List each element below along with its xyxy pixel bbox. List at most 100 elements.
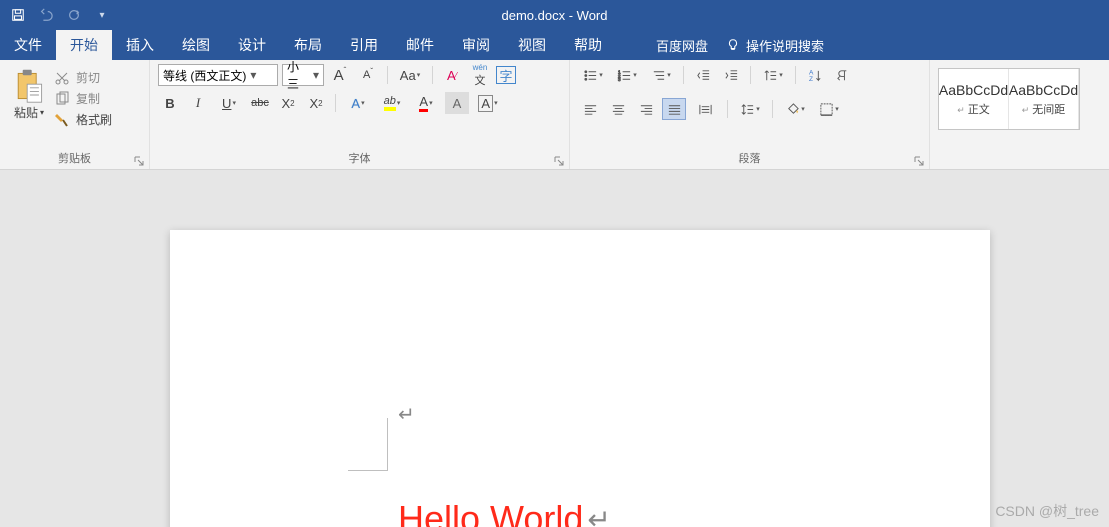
brush-icon [54,112,70,128]
enclose-char-button[interactable]: A▾ [473,92,503,114]
group-paragraph: ▾ 123▾ ▾ ▾ AZ ▾ ▾ [570,60,930,169]
clipboard-dialog-launcher[interactable] [133,154,145,166]
tab-insert[interactable]: 插入 [112,30,168,60]
document-area[interactable]: ↵ Hello World ↵ [0,170,1109,527]
font-color-button[interactable]: A▾ [411,92,441,114]
style-no-spacing[interactable]: AaBbCcDd ↵ 无间距 [1009,69,1079,129]
document-text-line[interactable]: Hello World ↵ [398,498,611,527]
tab-design[interactable]: 设计 [224,30,280,60]
shrink-font-button[interactable]: Aˇ [356,64,380,86]
outdent-icon [696,68,711,83]
copy-button[interactable]: 复制 [50,89,116,108]
netdisk-button[interactable]: 百度网盘 [656,36,708,55]
tab-draw[interactable]: 绘图 [168,30,224,60]
paragraph-dialog-launcher[interactable] [913,154,925,166]
shading-button[interactable]: ▾ [780,98,810,120]
char-shading-button[interactable]: A [445,92,469,114]
group-styles: AaBbCcDd ↵ 正文 AaBbCcDd ↵ 无间距 [930,60,1088,169]
group-font: 等线 (西文正文)▾ 小三▾ Aˆ Aˇ Aa▾ A⁄ wén文 字 B I U… [150,60,570,169]
group-label-paragraph: 段落 [578,148,921,169]
watermark-text: CSDN @树_tree [995,501,1099,521]
group-label-font: 字体 [158,148,561,169]
tell-me-search[interactable]: 操作说明搜索 [726,36,824,55]
align-center-button[interactable] [606,98,630,120]
align-right-button[interactable] [634,98,658,120]
distributed-button[interactable] [690,98,720,120]
format-painter-button[interactable]: 格式刷 [50,110,116,129]
decrease-indent-button[interactable] [691,64,715,86]
margin-guide-horizontal [348,470,388,471]
tab-mail[interactable]: 邮件 [392,30,448,60]
align-left-icon [583,102,598,117]
bucket-icon [785,102,800,117]
distributed-icon [698,102,713,117]
margin-guide-vertical [387,418,388,471]
sort-icon: AZ [808,68,823,83]
quick-access-toolbar: ▾ [0,0,120,30]
ribbon-tabs: 文件 开始 插入 绘图 设计 布局 引用 邮件 审阅 视图 帮助 百度网盘 操作… [0,30,1109,60]
qat-customize-icon[interactable]: ▾ [88,0,116,30]
svg-text:Z: Z [808,76,812,83]
sort-button[interactable]: AZ [803,64,827,86]
italic-button[interactable]: I [186,92,210,114]
multilevel-list-button[interactable]: ▾ [646,64,676,86]
show-marks-button[interactable] [831,64,855,86]
char-border-button[interactable]: 字 [496,66,516,84]
highlight-button[interactable]: ab▾ [377,92,407,114]
underline-button[interactable]: U▾ [214,92,244,114]
text-direction-button[interactable]: ▾ [758,64,788,86]
justify-icon [667,102,682,117]
align-center-icon [611,102,626,117]
font-name-dropdown[interactable]: 等线 (西文正文)▾ [158,64,278,86]
subscript-button[interactable]: X2 [276,92,300,114]
align-left-button[interactable] [578,98,602,120]
save-icon[interactable] [4,0,32,30]
bold-button[interactable]: B [158,92,182,114]
bullets-button[interactable]: ▾ [578,64,608,86]
line-spacing-button[interactable]: ▾ [735,98,765,120]
borders-button[interactable]: ▾ [814,98,844,120]
text-effects-button[interactable]: A▾ [343,92,373,114]
lightbulb-icon [726,38,740,52]
tab-help[interactable]: 帮助 [560,30,616,60]
redo-icon[interactable] [60,0,88,30]
style-gallery[interactable]: AaBbCcDd ↵ 正文 AaBbCcDd ↵ 无间距 [938,68,1080,130]
tab-references[interactable]: 引用 [336,30,392,60]
paste-button[interactable]: 粘贴▾ [8,64,50,121]
align-right-icon [639,102,654,117]
window-title: demo.docx - Word [120,8,989,23]
increase-indent-button[interactable] [719,64,743,86]
paragraph-mark: ↵ [398,402,415,427]
superscript-button[interactable]: X2 [304,92,328,114]
paste-icon [14,68,44,104]
copy-icon [54,91,70,107]
borders-icon [819,102,834,117]
align-justify-button[interactable] [662,98,686,120]
document-page[interactable]: ↵ Hello World ↵ [170,230,990,527]
tab-review[interactable]: 审阅 [448,30,504,60]
numbering-icon: 123 [617,68,632,83]
scissors-icon [54,70,70,86]
linespacing-icon [740,102,755,117]
numbering-button[interactable]: 123▾ [612,64,642,86]
tab-layout[interactable]: 布局 [280,30,336,60]
clear-formatting-button[interactable]: A⁄ [440,64,464,86]
tab-file[interactable]: 文件 [0,30,56,60]
grow-font-button[interactable]: Aˆ [328,64,352,86]
tab-view[interactable]: 视图 [504,30,560,60]
font-size-dropdown[interactable]: 小三▾ [282,64,324,86]
group-label-clipboard: 剪贴板 [8,148,141,169]
title-bar: ▾ demo.docx - Word [0,0,1109,30]
font-dialog-launcher[interactable] [553,154,565,166]
svg-text:3: 3 [618,77,621,82]
cut-button[interactable]: 剪切 [50,68,116,87]
style-normal[interactable]: AaBbCcDd ↵ 正文 [939,69,1009,129]
pilcrow-icon [836,68,851,83]
tab-home[interactable]: 开始 [56,30,112,60]
strikethrough-button[interactable]: abc [248,92,272,114]
undo-icon[interactable] [32,0,60,30]
indent-icon [724,68,739,83]
phonetic-guide-button[interactable]: wén文 [468,64,492,86]
change-case-button[interactable]: Aa▾ [395,64,425,86]
paragraph-mark-2: ↵ [587,503,610,527]
